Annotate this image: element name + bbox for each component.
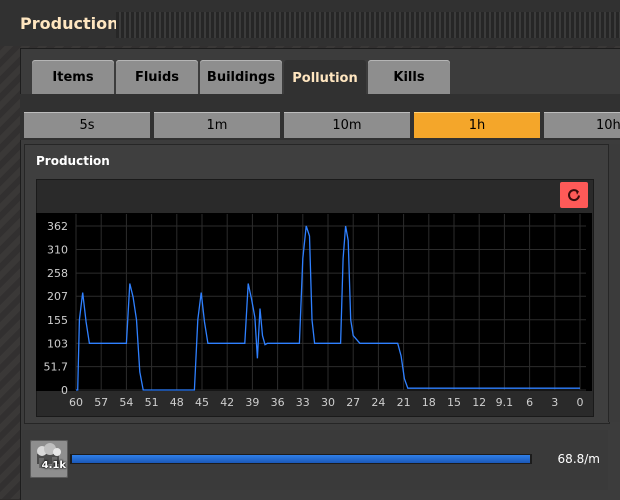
x-tick-label: 45 (195, 396, 209, 409)
production-window: Production Items Fluids Buildings Pollut… (0, 0, 620, 500)
y-tick-label: 207 (47, 290, 68, 303)
x-tick-label: 54 (119, 396, 133, 409)
tab-label: Items (52, 69, 94, 85)
tab-label: Kills (393, 69, 425, 85)
x-tick-label: 39 (245, 396, 259, 409)
x-tick-label: 27 (346, 396, 360, 409)
tab-fluids[interactable]: Fluids (116, 60, 198, 94)
tab-label: Buildings (206, 69, 276, 85)
x-tick-label: 24 (371, 396, 385, 409)
y-tick-label: 310 (47, 244, 68, 257)
y-tick-label: 258 (47, 267, 68, 280)
time-10h-button[interactable]: 10h (544, 112, 620, 138)
x-tick-label: 15 (447, 396, 461, 409)
y-tick-label: 0 (61, 384, 68, 397)
production-rate: 68.8/m (557, 452, 600, 466)
x-tick-label: 12 (472, 396, 486, 409)
x-tick-label: 30 (321, 396, 335, 409)
x-tick-label: 0 (577, 396, 584, 409)
tab-items[interactable]: Items (32, 60, 114, 94)
reset-icon (566, 187, 582, 203)
item-count: 4.1k (41, 460, 66, 471)
x-tick-label: 6 (526, 396, 533, 409)
production-bar-fill (72, 455, 530, 463)
y-tick-label: 362 (47, 220, 68, 233)
x-tick-label: 48 (170, 396, 184, 409)
time-5s-button[interactable]: 5s (24, 112, 150, 138)
x-tick-label: 51 (145, 396, 159, 409)
x-tick-label: 33 (296, 396, 310, 409)
x-tick-label: 42 (220, 396, 234, 409)
reset-zoom-button[interactable] (560, 182, 588, 208)
x-tick-label: 60 (69, 396, 83, 409)
time-1h-button[interactable]: 1h (414, 112, 540, 138)
window-title: Production (20, 14, 119, 33)
y-tick-label: 155 (47, 314, 68, 327)
x-tick-label: 57 (94, 396, 108, 409)
x-tick-label: 3 (551, 396, 558, 409)
time-10m-button[interactable]: 10m (284, 112, 410, 138)
x-tick-label: 36 (271, 396, 285, 409)
plot-area (36, 213, 592, 391)
title-drag-handle[interactable] (116, 12, 620, 38)
x-tick-label: 18 (422, 396, 436, 409)
panel-scroll-edge (608, 144, 620, 422)
tab-pollution[interactable]: Pollution (284, 60, 366, 96)
pollution-icon[interactable] (30, 440, 68, 478)
panel-title: Production (36, 154, 110, 168)
production-chart: 051.7103155207258310362 60 57 54 51 48 45 42 39… (36, 213, 592, 409)
x-tick-labels: 60 57 54 51 48 45 42 39 36 33 30 27 24 21 18 15 12 9.1 6 3 0 (69, 396, 584, 409)
tab-kills[interactable]: Kills (368, 60, 450, 94)
x-tick-label: 9.1 (496, 396, 514, 409)
tab-label: Pollution (292, 70, 358, 86)
x-tick-label: 21 (397, 396, 411, 409)
time-1m-button[interactable]: 1m (154, 112, 280, 138)
tab-buildings[interactable]: Buildings (200, 60, 282, 94)
tab-label: Fluids (134, 69, 180, 85)
y-tick-label: 51.7 (44, 361, 69, 374)
y-tick-label: 103 (47, 337, 68, 350)
